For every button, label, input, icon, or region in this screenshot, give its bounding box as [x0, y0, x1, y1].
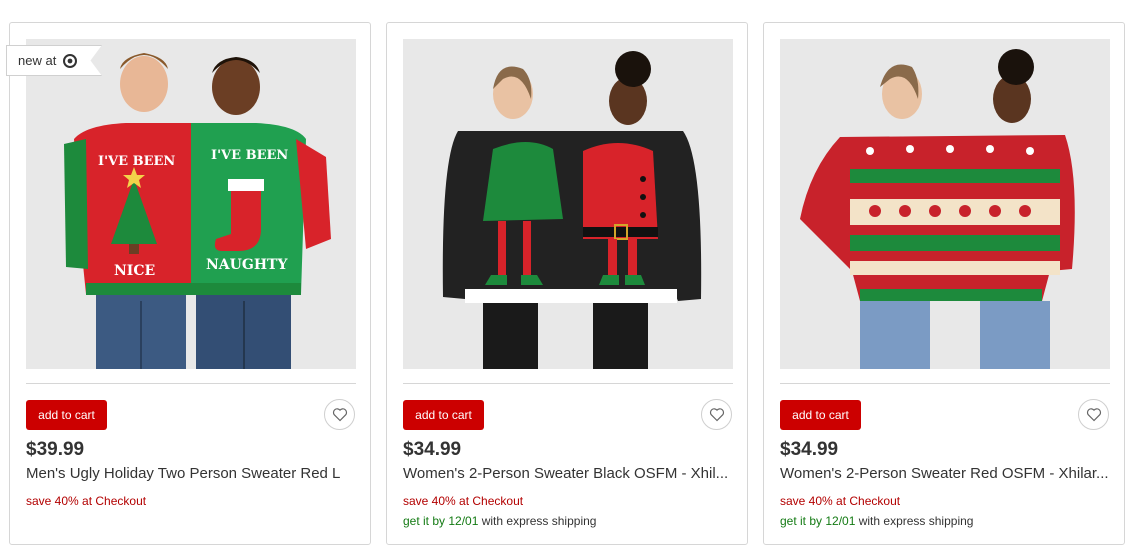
- shipping-info: get it by 12/01 with express shipping: [403, 514, 596, 528]
- ship-method: with express shipping: [478, 514, 597, 528]
- promo-text: save 40% at Checkout: [26, 494, 147, 508]
- target-bullseye-icon: [63, 53, 78, 68]
- add-to-cart-button[interactable]: add to cart: [26, 400, 107, 430]
- promo-text: save 40% at Checkout: [403, 494, 524, 508]
- divider: [780, 383, 1110, 384]
- favorite-button[interactable]: [1078, 399, 1109, 430]
- product-price: $34.99: [403, 439, 462, 460]
- product-image-red-sweater: [780, 39, 1110, 369]
- sweater-text: I'VE BEEN: [98, 154, 175, 169]
- ship-date: get it by 12/01: [780, 514, 856, 528]
- shipping-info: get it by 12/01 with express shipping: [780, 514, 973, 528]
- heart-icon: [1086, 408, 1101, 422]
- product-image-black-sweater: [403, 39, 733, 369]
- sweater-text: I'VE BEEN: [211, 148, 288, 163]
- product-grid: I'VE BEEN NICE I'VE BEEN NAUGHTY add to …: [0, 0, 1141, 560]
- favorite-button[interactable]: [324, 399, 355, 430]
- promo-text: save 40% at Checkout: [780, 494, 901, 508]
- divider: [26, 383, 356, 384]
- ship-method: with express shipping: [855, 514, 974, 528]
- product-card[interactable]: add to cart $34.99 Women's 2-Person Swea…: [763, 22, 1125, 545]
- product-image[interactable]: [403, 39, 733, 369]
- product-title[interactable]: Men's Ugly Holiday Two Person Sweater Re…: [26, 465, 358, 482]
- product-price: $39.99: [26, 439, 85, 460]
- sweater-text: NAUGHTY: [206, 257, 288, 273]
- heart-icon: [332, 408, 347, 422]
- product-price: $34.99: [780, 439, 839, 460]
- sweater-text: NICE: [114, 263, 155, 279]
- add-to-cart-button[interactable]: add to cart: [403, 400, 484, 430]
- ship-date: get it by 12/01: [403, 514, 479, 528]
- favorite-button[interactable]: [701, 399, 732, 430]
- product-image[interactable]: I'VE BEEN NICE I'VE BEEN NAUGHTY: [26, 39, 356, 369]
- product-image[interactable]: [780, 39, 1110, 369]
- product-card[interactable]: add to cart $34.99 Women's 2-Person Swea…: [386, 22, 748, 545]
- divider: [403, 383, 733, 384]
- new-at-target-badge: new at: [6, 45, 102, 76]
- badge-label: new at: [18, 53, 57, 68]
- product-image-men-sweater: I'VE BEEN NICE I'VE BEEN NAUGHTY: [26, 39, 356, 369]
- heart-icon: [709, 408, 724, 422]
- add-to-cart-button[interactable]: add to cart: [780, 400, 861, 430]
- product-title[interactable]: Women's 2-Person Sweater Red OSFM - Xhil…: [780, 465, 1112, 482]
- product-card[interactable]: I'VE BEEN NICE I'VE BEEN NAUGHTY add to …: [9, 22, 371, 545]
- product-title[interactable]: Women's 2-Person Sweater Black OSFM - Xh…: [403, 465, 735, 482]
